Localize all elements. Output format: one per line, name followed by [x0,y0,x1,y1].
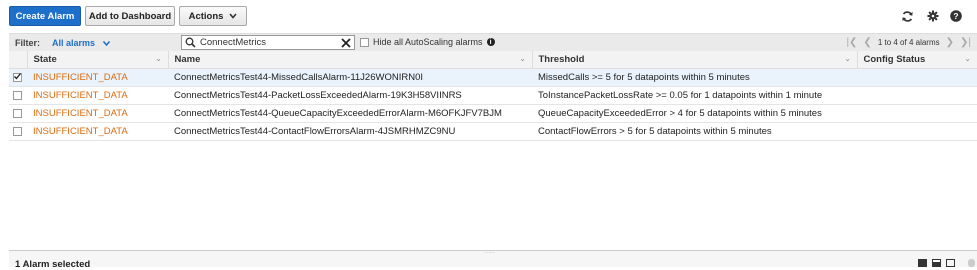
threshold-cell: ContactFlowErrors > 5 for 5 datapoints w… [532,122,857,141]
filter-label: Filter: [15,38,41,48]
table-row[interactable]: INSUFFICIENT_DATA ConnectMetricsTest44-C… [9,122,977,141]
toolbar: Create Alarm Add to Dashboard Actions ? [0,0,977,32]
info-icon[interactable]: i [486,38,495,46]
config-status-cell [857,68,977,87]
filter-selected-value: All alarms [52,38,96,48]
search-input[interactable]: ConnectMetrics [181,35,355,50]
gear-icon[interactable] [926,9,940,23]
threshold-cell: QueueCapacityExceededError > 4 for 5 dat… [532,104,857,123]
pager-text: 1 to 4 of 4 alarms [877,38,940,47]
sort-icon: ⌄ [844,56,851,63]
row-checkbox[interactable] [13,90,22,100]
threshold-cell: MissedCalls >= 5 for 5 datapoints within… [532,68,857,87]
selection-status: 1 Alarm selected [15,259,91,270]
pagination: |❮ ❮ 1 to 4 of 4 alarms ❯ ❯| [846,37,971,48]
config-status-cell [857,122,977,141]
name-cell[interactable]: ConnectMetricsTest44-ContactFlowErrorsAl… [168,122,532,141]
row-checkbox[interactable] [13,126,22,136]
create-alarm-button[interactable]: Create Alarm [9,6,81,26]
clear-search-icon[interactable] [341,36,351,51]
select-column-header [9,51,28,69]
state-cell: INSUFFICIENT_DATA [27,68,168,87]
table-row[interactable]: INSUFFICIENT_DATA ConnectMetricsTest44-Q… [9,104,977,123]
threshold-cell: ToInstancePacketLossRate >= 0.05 for 1 d… [532,86,857,105]
name-cell[interactable]: ConnectMetricsTest44-QueueCapacityExceed… [168,104,532,123]
chevron-down-icon [229,12,238,21]
hide-autoscaling-checkbox[interactable] [360,37,369,47]
table-row[interactable]: INSUFFICIENT_DATA ConnectMetricsTest44-P… [9,86,977,105]
search-value: ConnectMetrics [200,37,266,48]
refresh-icon[interactable] [900,9,914,23]
row-checkbox-cell[interactable] [9,122,27,141]
column-header-threshold[interactable]: Threshold ⌄ [532,51,858,69]
search-icon [185,37,196,50]
table-header-row: State ⌄ Name ⌄ Threshold ⌄ Config Status ⌄ [9,51,977,69]
actions-dropdown-button[interactable]: Actions [179,6,247,26]
alarms-table: State ⌄ Name ⌄ Threshold ⌄ Config Status ⌄ I… [9,51,977,141]
name-cell[interactable]: ConnectMetricsTest44-PacketLossExceededA… [168,86,532,105]
row-checkbox-cell[interactable] [9,68,27,87]
details-pane-bar: .... 1 Alarm selected [9,248,977,270]
row-checkbox-cell[interactable] [9,86,27,105]
column-header-state[interactable]: State ⌄ [27,51,169,69]
first-page-icon[interactable]: |❮ [846,37,857,48]
row-checkbox-checked[interactable] [13,72,22,82]
hide-autoscaling-label: Hide all AutoScaling alarms [373,37,483,47]
state-cell: INSUFFICIENT_DATA [27,122,168,141]
table-row[interactable]: INSUFFICIENT_DATA ConnectMetricsTest44-M… [9,68,977,87]
name-cell[interactable]: ConnectMetricsTest44-MissedCallsAlarm-11… [168,68,532,87]
filter-dropdown[interactable]: All alarms [52,38,111,48]
state-cell: INSUFFICIENT_DATA [27,86,168,105]
sort-icon: ⌄ [155,56,162,63]
last-page-icon[interactable]: ❯| [960,37,971,48]
chevron-down-icon [101,41,111,48]
config-status-cell [857,86,977,105]
help-icon[interactable]: ? [949,9,963,23]
add-to-dashboard-button[interactable]: Add to Dashboard [85,6,175,26]
svg-text:?: ? [953,11,958,21]
previous-page-icon[interactable]: ❮ [863,37,871,48]
config-status-cell [857,104,977,123]
filter-bar: Filter: All alarms ConnectMetrics Hide a… [9,33,977,51]
sort-icon: ⌄ [964,56,971,63]
next-page-icon[interactable]: ❯ [946,37,954,48]
hide-autoscaling-toggle[interactable]: Hide all AutoScaling alarms i [360,37,495,47]
actions-label: Actions [188,10,224,22]
column-header-config-status[interactable]: Config Status ⌄ [857,51,977,69]
row-checkbox[interactable] [13,108,22,118]
row-checkbox-cell[interactable] [9,104,27,123]
sort-icon: ⌄ [519,56,526,63]
column-header-name[interactable]: Name ⌄ [168,51,533,69]
state-cell: INSUFFICIENT_DATA [27,104,168,123]
resize-grip-icon[interactable]: .... [484,248,496,255]
